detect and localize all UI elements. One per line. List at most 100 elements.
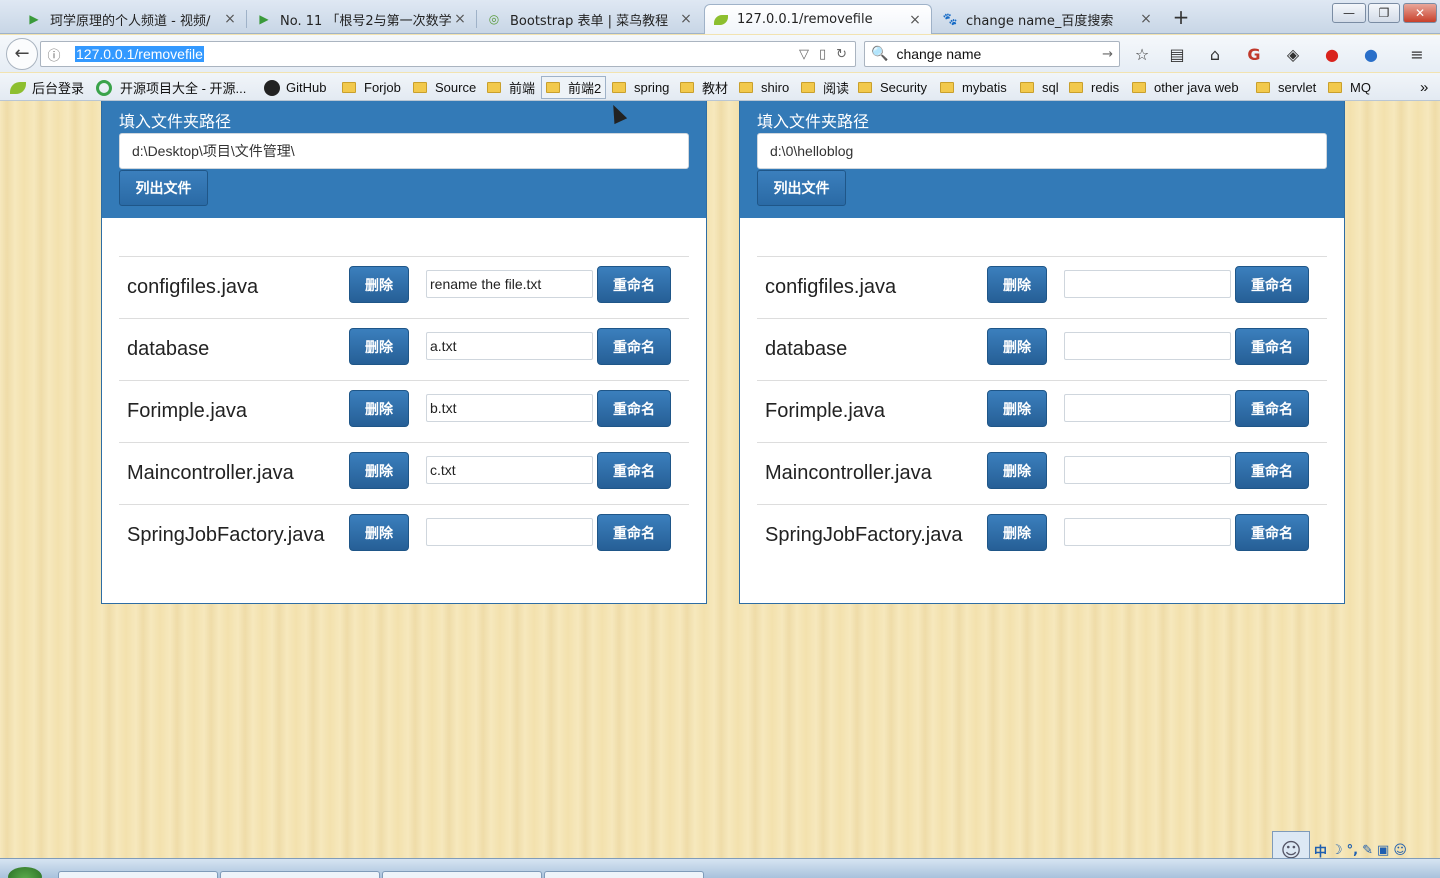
rename-button[interactable]: 重命名 (597, 328, 671, 365)
rename-input[interactable]: rename the file.txt (426, 270, 593, 298)
bookmark-folder[interactable]: sql (1020, 78, 1059, 97)
bookmark-folder[interactable]: mybatis (940, 78, 1007, 97)
tab-3[interactable]: ◎ Bootstrap 表单 | 菜鸟教程 × (478, 4, 702, 34)
bookmark-folder[interactable]: MQ (1328, 78, 1371, 97)
bookmark-folder[interactable]: 阅读 (801, 78, 849, 97)
bookmark-folder[interactable]: shiro (739, 78, 789, 97)
close-icon[interactable]: × (907, 12, 923, 28)
close-icon[interactable]: × (452, 11, 468, 27)
close-icon[interactable]: × (678, 11, 694, 27)
search-go-icon[interactable]: → (1102, 47, 1113, 62)
delete-button[interactable]: 删除 (987, 514, 1047, 551)
close-icon[interactable]: × (1138, 11, 1154, 27)
delete-button[interactable]: 删除 (349, 328, 409, 365)
pocket-icon[interactable]: ◈ (1282, 44, 1304, 66)
bookmark-folder[interactable]: servlet (1256, 78, 1316, 97)
delete-button[interactable]: 删除 (987, 266, 1047, 303)
rename-button[interactable]: 重命名 (1235, 452, 1309, 489)
tab-4-active[interactable]: 127.0.0.1/removefile × (704, 4, 932, 34)
tab-5[interactable]: 🐾 change name_百度搜索 × (934, 4, 1162, 34)
reader-view-icon[interactable]: ▯ (819, 47, 826, 62)
rename-button[interactable]: 重命名 (1235, 266, 1309, 303)
dropdown-icon[interactable]: ▽ (799, 47, 809, 62)
bookmark-folder[interactable]: 前端 (487, 78, 535, 97)
rename-input[interactable]: b.txt (426, 394, 593, 422)
minimize-button[interactable]: — (1332, 3, 1366, 23)
bookmark-folder[interactable]: other java web (1132, 78, 1239, 97)
adblock-icon[interactable]: ● (1321, 44, 1343, 66)
rename-input[interactable] (1064, 332, 1231, 360)
url-text[interactable]: 127.0.0.1/removefile (75, 46, 204, 62)
delete-button[interactable]: 删除 (987, 390, 1047, 427)
bookmark-folder[interactable]: 前端2 (541, 76, 607, 99)
rename-button[interactable]: 重命名 (597, 452, 671, 489)
rename-button[interactable]: 重命名 (597, 266, 671, 303)
tab-title: No. 11 「根号2与第一次数学 (280, 13, 452, 29)
rename-input[interactable] (426, 518, 593, 546)
delete-button[interactable]: 删除 (349, 266, 409, 303)
moon-icon[interactable]: ☽ (1331, 843, 1343, 858)
rename-input[interactable] (1064, 394, 1231, 422)
rename-button[interactable]: 重命名 (1235, 514, 1309, 551)
bookmark-folder[interactable]: Source (413, 78, 476, 97)
delete-button[interactable]: 删除 (349, 390, 409, 427)
leaf-icon (713, 12, 729, 28)
rename-button[interactable]: 重命名 (1235, 328, 1309, 365)
extension-gm-icon[interactable]: G (1243, 44, 1265, 66)
bookmark-item[interactable]: 开源项目大全 - 开源... (96, 78, 246, 97)
taskbar-item[interactable] (220, 871, 380, 878)
rename-input[interactable] (1064, 518, 1231, 546)
bookmarks-menu-icon[interactable]: ▤ (1166, 44, 1188, 66)
tab-2[interactable]: ▶ No. 11 「根号2与第一次数学 × (248, 4, 476, 34)
bookmark-item[interactable]: GitHub (264, 78, 326, 97)
bookmark-item[interactable]: 后台登录 (10, 78, 84, 97)
bookmark-folder[interactable]: spring (612, 78, 669, 97)
clipboard-icon[interactable]: ▣ (1377, 843, 1389, 858)
rename-button[interactable]: 重命名 (1235, 390, 1309, 427)
taskbar-item[interactable] (382, 871, 542, 878)
rename-input[interactable] (1064, 456, 1231, 484)
extension-icon[interactable]: ● (1360, 44, 1382, 66)
path-input[interactable]: d:\Desktop\项目\文件管理\ (119, 133, 689, 169)
info-icon[interactable]: ⓘ (41, 45, 67, 64)
delete-button[interactable]: 删除 (987, 328, 1047, 365)
home-icon[interactable]: ⌂ (1204, 44, 1226, 66)
search-text[interactable]: change name (896, 46, 981, 62)
tab-title: 127.0.0.1/removefile (737, 12, 873, 27)
taskbar-item[interactable] (58, 871, 218, 878)
list-files-button[interactable]: 列出文件 (757, 170, 846, 206)
bookmark-star-icon[interactable]: ☆ (1131, 44, 1153, 66)
rename-button[interactable]: 重命名 (597, 390, 671, 427)
punctuation-icon[interactable]: °, (1347, 843, 1358, 858)
bookmark-folder[interactable]: redis (1069, 78, 1119, 97)
start-button[interactable] (8, 867, 42, 878)
new-tab-button[interactable]: + (1168, 6, 1194, 30)
back-button[interactable]: ← (6, 38, 38, 70)
play-icon: ▶ (29, 12, 39, 26)
restore-button[interactable]: ❐ (1368, 3, 1400, 23)
bookmark-folder[interactable]: Security (858, 78, 927, 97)
close-icon[interactable]: × (222, 11, 238, 27)
search-bar[interactable]: 🔍 change name → (864, 41, 1120, 67)
tab-1[interactable]: ▶ 珂学原理的个人频道 - 视频∕ × (18, 4, 246, 34)
url-bar[interactable]: ⓘ 127.0.0.1/removefile ▽ ▯ ↻ (40, 41, 856, 67)
menu-icon[interactable]: ≡ (1406, 44, 1428, 66)
rename-input[interactable] (1064, 270, 1231, 298)
delete-button[interactable]: 删除 (987, 452, 1047, 489)
rename-input[interactable]: c.txt (426, 456, 593, 484)
rename-input[interactable]: a.txt (426, 332, 593, 360)
taskbar-item[interactable] (544, 871, 704, 878)
bookmark-folder[interactable]: Forjob (342, 78, 401, 97)
delete-button[interactable]: 删除 (349, 514, 409, 551)
ime-language[interactable]: 中 (1314, 841, 1327, 860)
list-files-button[interactable]: 列出文件 (119, 170, 208, 206)
chevron-right-icon[interactable]: » (1420, 78, 1428, 97)
reload-icon[interactable]: ↻ (836, 47, 847, 62)
close-window-button[interactable]: ✕ (1403, 3, 1437, 23)
wrench-icon[interactable]: ✎ (1362, 843, 1373, 858)
smile-icon[interactable]: ☺ (1393, 843, 1407, 858)
bookmark-folder[interactable]: 教材 (680, 78, 728, 97)
delete-button[interactable]: 删除 (349, 452, 409, 489)
rename-button[interactable]: 重命名 (597, 514, 671, 551)
path-input[interactable]: d:\0\helloblog (757, 133, 1327, 169)
